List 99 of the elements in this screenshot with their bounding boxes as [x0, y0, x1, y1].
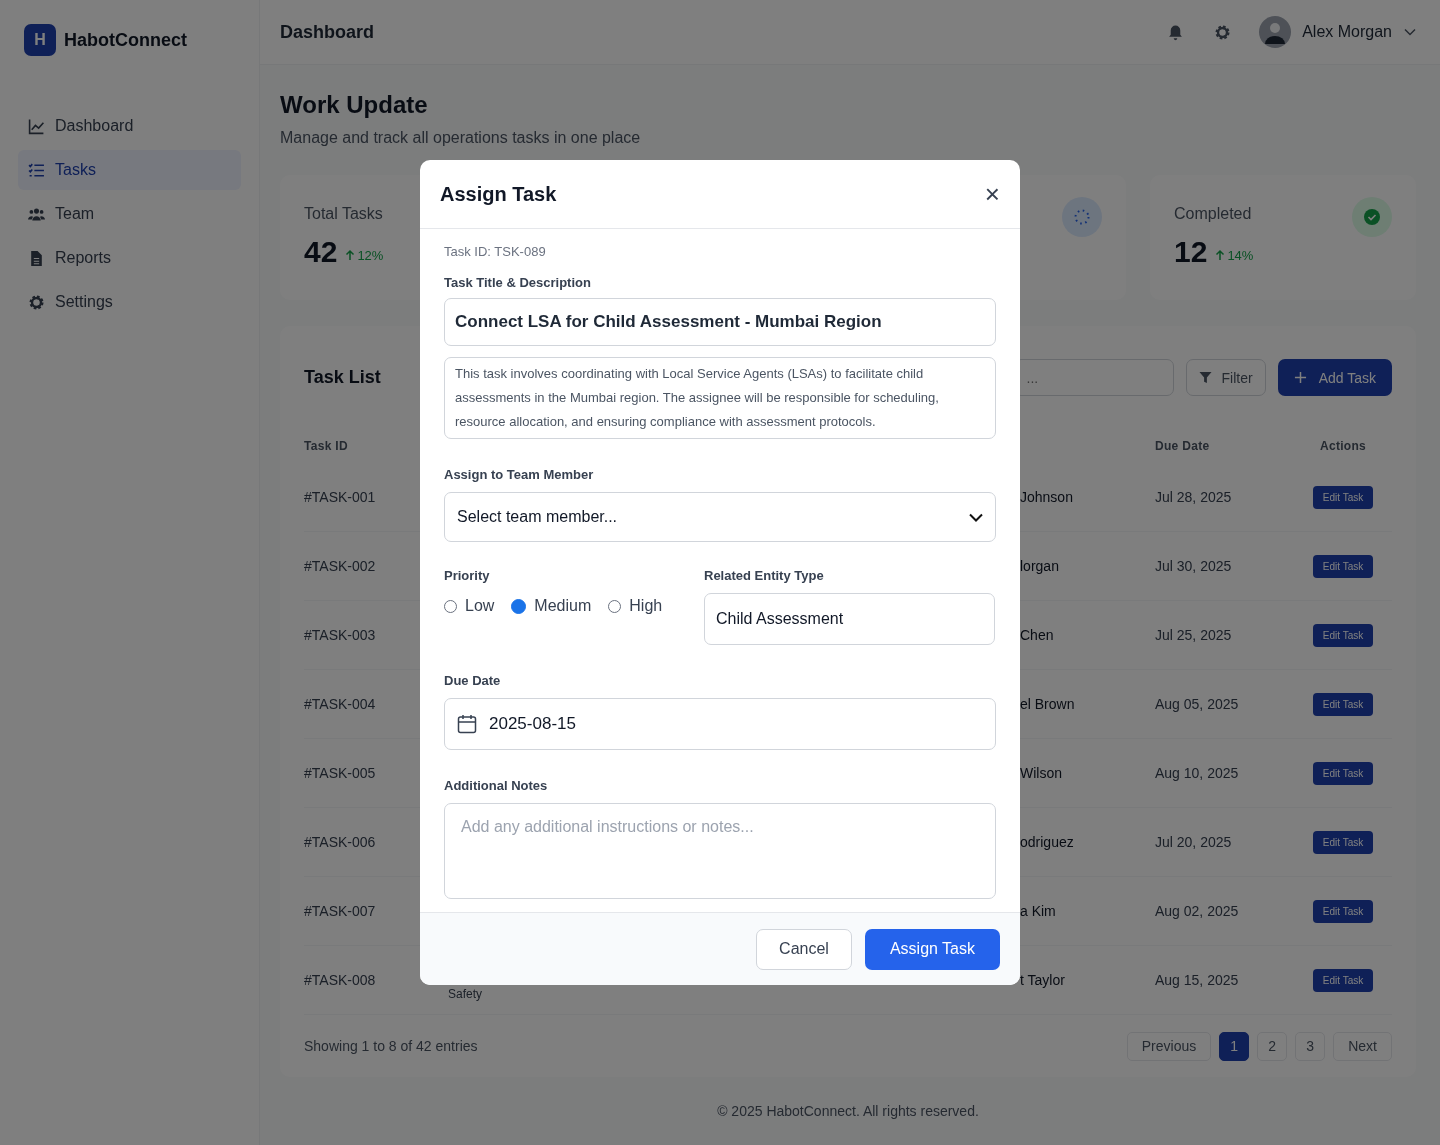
sidebar-item[interactable]: Team: [18, 194, 241, 234]
previous-button[interactable]: Previous: [1126, 1031, 1212, 1061]
plus-icon: [1293, 371, 1307, 384]
edit-task-button[interactable]: Edit Task: [1312, 692, 1374, 716]
table-cell-text: a Kim: [1020, 903, 1057, 919]
table-cell-text: el Brown: [1020, 696, 1076, 712]
page-button[interactable]: 1: [1219, 1031, 1250, 1061]
table-cell-text: t Taylor: [1020, 972, 1066, 988]
table-cell-text: #TASK-003: [304, 627, 377, 643]
page-button[interactable]: 2: [1257, 1031, 1288, 1061]
table-cell-text: Aug 10, 2025: [1155, 765, 1240, 781]
table-cell-text: Jul 25, 2025: [1155, 627, 1233, 643]
table-cell-text: #TASK-008: [304, 972, 377, 988]
stat-change: 12%: [357, 247, 384, 263]
filter-button[interactable]: Filter: [1185, 359, 1266, 396]
sidebar-item[interactable]: Tasks: [18, 150, 241, 190]
check-circle-icon: [1352, 197, 1392, 237]
field-label: Related Entity Type: [704, 568, 825, 583]
edit-task-button[interactable]: Edit Task: [1312, 554, 1374, 578]
table-cell: Safety: [448, 987, 483, 1001]
table-cell-text: #TASK-001: [304, 489, 377, 505]
task-id: Task ID: TSK-089: [444, 244, 547, 259]
stat-label: Completed: [1174, 205, 1253, 223]
edit-task-button[interactable]: Edit Task: [1312, 899, 1374, 923]
stat-change: 14%: [1227, 247, 1254, 263]
table-cell-text: Johnson: [1020, 489, 1074, 505]
filter-icon: [1198, 371, 1212, 384]
edit-task-button[interactable]: Edit Task: [1312, 761, 1374, 785]
arrow-up-icon: [345, 249, 356, 261]
table-cell-text: #TASK-006: [304, 834, 377, 850]
table-cell-text: #TASK-002: [304, 558, 377, 574]
logo: H: [24, 24, 56, 56]
sidebar-item[interactable]: Reports: [18, 238, 241, 278]
assign-task-button[interactable]: Assign Task: [864, 928, 1000, 970]
page-subtitle: Manage and track all operations tasks in one place: [280, 128, 642, 148]
chevron-down-icon[interactable]: [1404, 28, 1416, 36]
column-header: Task ID: [304, 439, 349, 453]
team-member-select[interactable]: Select team member...: [444, 492, 996, 542]
field-label: Assign to Team Member: [444, 467, 595, 482]
cancel-button[interactable]: Cancel: [756, 928, 852, 970]
dialog-title: Assign Task: [440, 182, 557, 206]
table-cell-text: Chen: [1020, 627, 1055, 643]
edit-task-button[interactable]: Edit Task: [1312, 830, 1374, 854]
notes-field[interactable]: Add any additional instructions or notes...: [444, 803, 996, 899]
spinner-icon: [1062, 197, 1102, 237]
table-cell-text: Aug 15, 2025: [1155, 972, 1240, 988]
table-cell-text: #TASK-005: [304, 765, 377, 781]
brand-name: HabotConnect: [64, 29, 187, 51]
column-header: Due Date: [1155, 439, 1211, 453]
priority-radio[interactable]: Low: [444, 597, 495, 615]
copyright-text: © 2025 HabotConnect. All rights reserved.: [716, 1103, 980, 1119]
arrow-up-icon: [1215, 249, 1226, 261]
field-label: Priority: [444, 568, 491, 583]
chevron-down-icon: [969, 512, 983, 522]
next-button[interactable]: Next: [1333, 1031, 1392, 1061]
field-label: Due Date: [444, 673, 502, 688]
document-icon: [28, 249, 45, 267]
table-cell-text: #TASK-007: [304, 903, 377, 919]
page-title: Work Update: [280, 90, 429, 120]
table-cell-text: Aug 05, 2025: [1155, 696, 1240, 712]
chart-icon: [28, 117, 45, 135]
add-task-button[interactable]: Add Task: [1277, 359, 1392, 396]
table-cell-text: odriguez: [1020, 834, 1075, 850]
table-cell-text: lorgan: [1020, 558, 1060, 574]
table-cell-text: Wilson: [1020, 765, 1063, 781]
field-label: Additional Notes: [444, 778, 549, 793]
table-cell-text: Jul 30, 2025: [1155, 558, 1233, 574]
column-header: Actions: [1318, 439, 1368, 453]
description-field[interactable]: This task involves coordinating with Local Service Agents (LSAs) to facilitate child assessments in the Mumbai region. The assignee will be responsible for scheduling, resource allocation, and ensuring compliance with assessment protocols.: [444, 357, 996, 439]
table-cell-text: Aug 02, 2025: [1155, 903, 1240, 919]
checklist-icon: [28, 161, 45, 179]
page-button[interactable]: 3: [1295, 1031, 1326, 1061]
table-cell-text: Jul 28, 2025: [1155, 489, 1233, 505]
edit-task-button[interactable]: Edit Task: [1312, 485, 1374, 509]
table-cell-text: #TASK-004: [304, 696, 377, 712]
task-list-title: Task List: [304, 367, 381, 388]
settings-icon[interactable]: [1214, 23, 1232, 41]
bell-icon[interactable]: [1167, 23, 1185, 41]
user-name[interactable]: Alex Morgan: [1302, 23, 1392, 41]
close-button[interactable]: ×: [980, 181, 1004, 207]
entity-type-field[interactable]: Child Assessment: [704, 593, 995, 645]
edit-task-button[interactable]: Edit Task: [1312, 968, 1374, 992]
field-label: Task Title & Description: [444, 275, 592, 290]
settings-icon: [28, 293, 45, 311]
task-title-field[interactable]: Connect LSA for Child Assessment - Mumbai Region: [444, 298, 996, 346]
table-cell-text: Jul 20, 2025: [1155, 834, 1233, 850]
user-avatar[interactable]: [1259, 16, 1292, 48]
due-date-field[interactable]: 2025-08-15: [444, 698, 996, 750]
priority-radio[interactable]: High: [608, 597, 663, 615]
sidebar-item[interactable]: Dashboard: [18, 106, 241, 146]
stat-value: 12: [1174, 235, 1208, 269]
page-header-title: Dashboard: [280, 21, 375, 43]
calendar-icon: [457, 714, 477, 734]
edit-task-button[interactable]: Edit Task: [1312, 623, 1374, 647]
entries-summary: Showing 1 to 8 of 42 entries: [304, 1038, 478, 1054]
stat-label: Total Tasks: [304, 205, 384, 223]
priority-radio[interactable]: Medium: [511, 597, 592, 615]
stat-value: 42: [304, 235, 338, 269]
sidebar-item[interactable]: Settings: [18, 282, 241, 322]
